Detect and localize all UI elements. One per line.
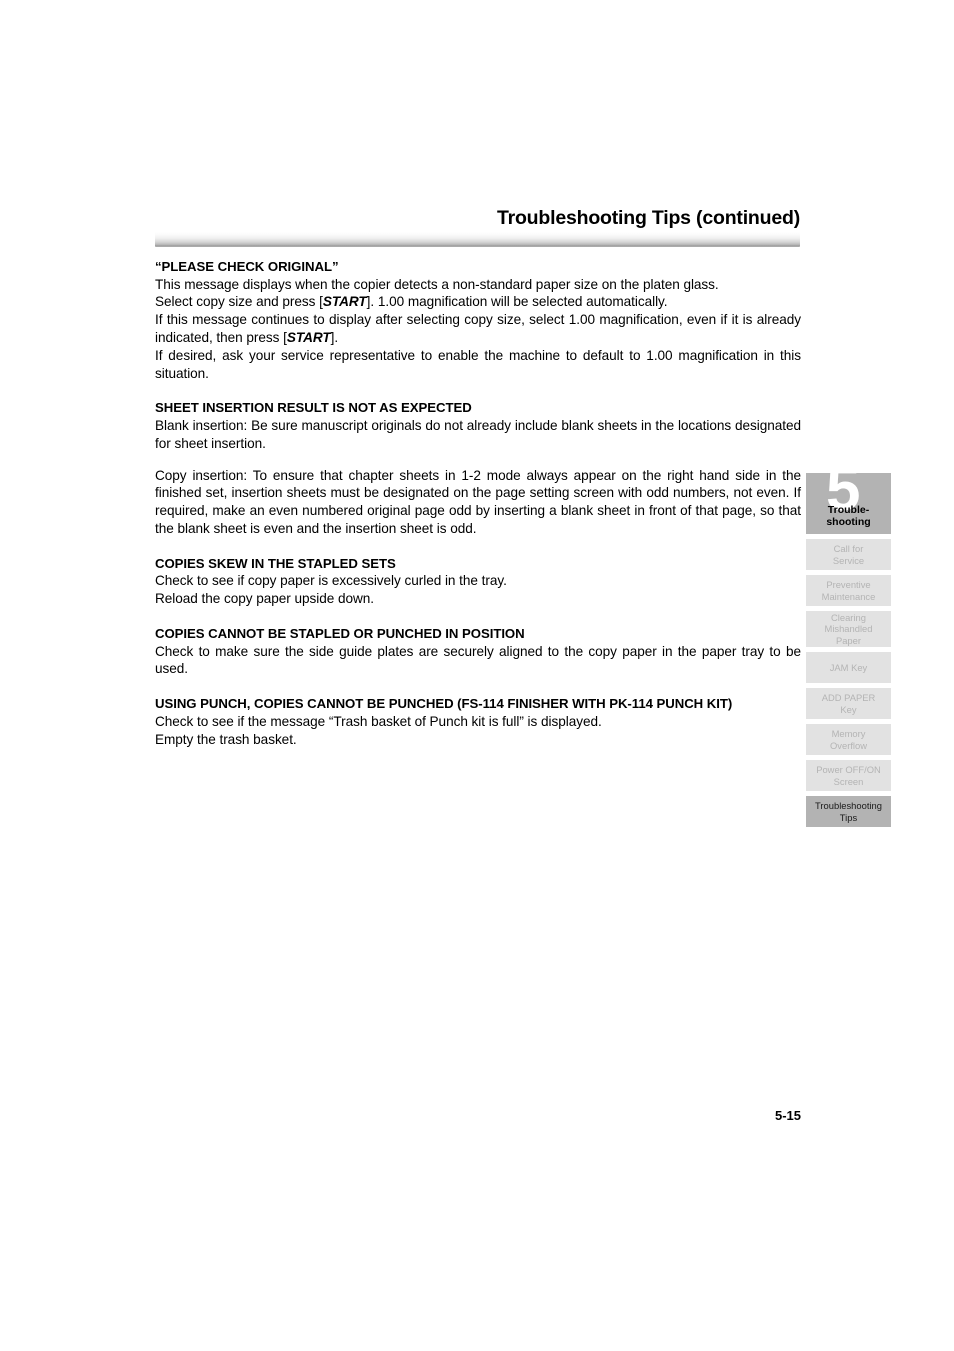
section-paragraph: Check to make sure the side guide plates… [155, 643, 801, 677]
sidebar-tab-add-paper[interactable]: ADD PAPER Key [806, 688, 891, 719]
page-title: Troubleshooting Tips (continued) [496, 207, 800, 229]
section-paragraph: This message displays when the copier de… [155, 276, 719, 292]
section-heading: COPIES SKEW IN THE STAPLED SETS [155, 555, 396, 571]
sidebar-tab-troubleshooting[interactable]: Troubleshooting Tips [806, 796, 891, 827]
section-paragraph: Select copy size and press [START]. 1.00… [155, 294, 668, 310]
content-section: “PLEASE CHECK ORIGINAL” This message disp… [155, 258, 801, 382]
key-name: START [322, 294, 367, 310]
sidebar-tab-memory[interactable]: Memory Overflow [806, 724, 891, 755]
section-heading: SHEET INSERTION RESULT IS NOT AS EXPECTE… [155, 400, 472, 416]
key-name: START [286, 329, 331, 345]
chapter-label: Trouble-shooting [826, 504, 871, 528]
sidebar-tab-clearing[interactable]: Clearing Mishandled Paper [806, 611, 891, 647]
sidebar-tab-call-for[interactable]: Call for Service [806, 539, 891, 570]
section-paragraph: If desired, ask your service representat… [155, 347, 801, 381]
section-paragraph: Empty the trash basket. [155, 731, 297, 747]
section-paragraph: Copy insertion: To ensure that chapter s… [155, 467, 801, 536]
section-heading: COPIES CANNOT BE STAPLED OR PUNCHED IN P… [155, 625, 525, 641]
section-paragraph: Reload the copy paper upside down. [155, 591, 374, 607]
section-paragraph: If this message continues to display aft… [155, 312, 801, 345]
chapter-tab-strip: 5 Trouble-shooting Call for Service Preven… [806, 473, 891, 827]
section-heading: “PLEASE CHECK ORIGINAL” [155, 259, 339, 274]
page-number: 5-15 [774, 1108, 801, 1123]
content-section: SHEET INSERTION RESULT IS NOT AS EXPECTE… [155, 399, 801, 537]
section-paragraph: Check to see if copy paper is excessivel… [155, 573, 507, 589]
document-body: “PLEASE CHECK ORIGINAL” This message disp… [155, 258, 801, 748]
page-header: Troubleshooting Tips (continued) [155, 206, 800, 247]
section-heading: USING PUNCH, COPIES CANNOT BE PUNCHED (F… [155, 696, 733, 712]
section-paragraph: Blank insertion: Be sure manuscript orig… [155, 417, 801, 451]
document-page: Troubleshooting Tips (continued) “PLEASE… [0, 0, 954, 1351]
sidebar-tab-power-off-on[interactable]: Power OFF/ON Screen [806, 760, 891, 791]
sidebar-tab-preventive[interactable]: Preventive Maintenance [806, 575, 891, 606]
content-section: COPIES CANNOT BE STAPLED OR PUNCHED IN P… [155, 625, 801, 678]
chapter-tab-troubleshooting[interactable]: 5 Trouble-shooting [806, 473, 891, 534]
header-divider [155, 232, 800, 247]
sidebar-tab-jam-key[interactable]: JAM Key [806, 652, 891, 683]
content-section: USING PUNCH, COPIES CANNOT BE PUNCHED (F… [155, 695, 801, 748]
section-paragraph: Check to see if the message “Trash baske… [155, 713, 602, 729]
content-section: COPIES SKEW IN THE STAPLED SETS Check to … [155, 555, 801, 608]
